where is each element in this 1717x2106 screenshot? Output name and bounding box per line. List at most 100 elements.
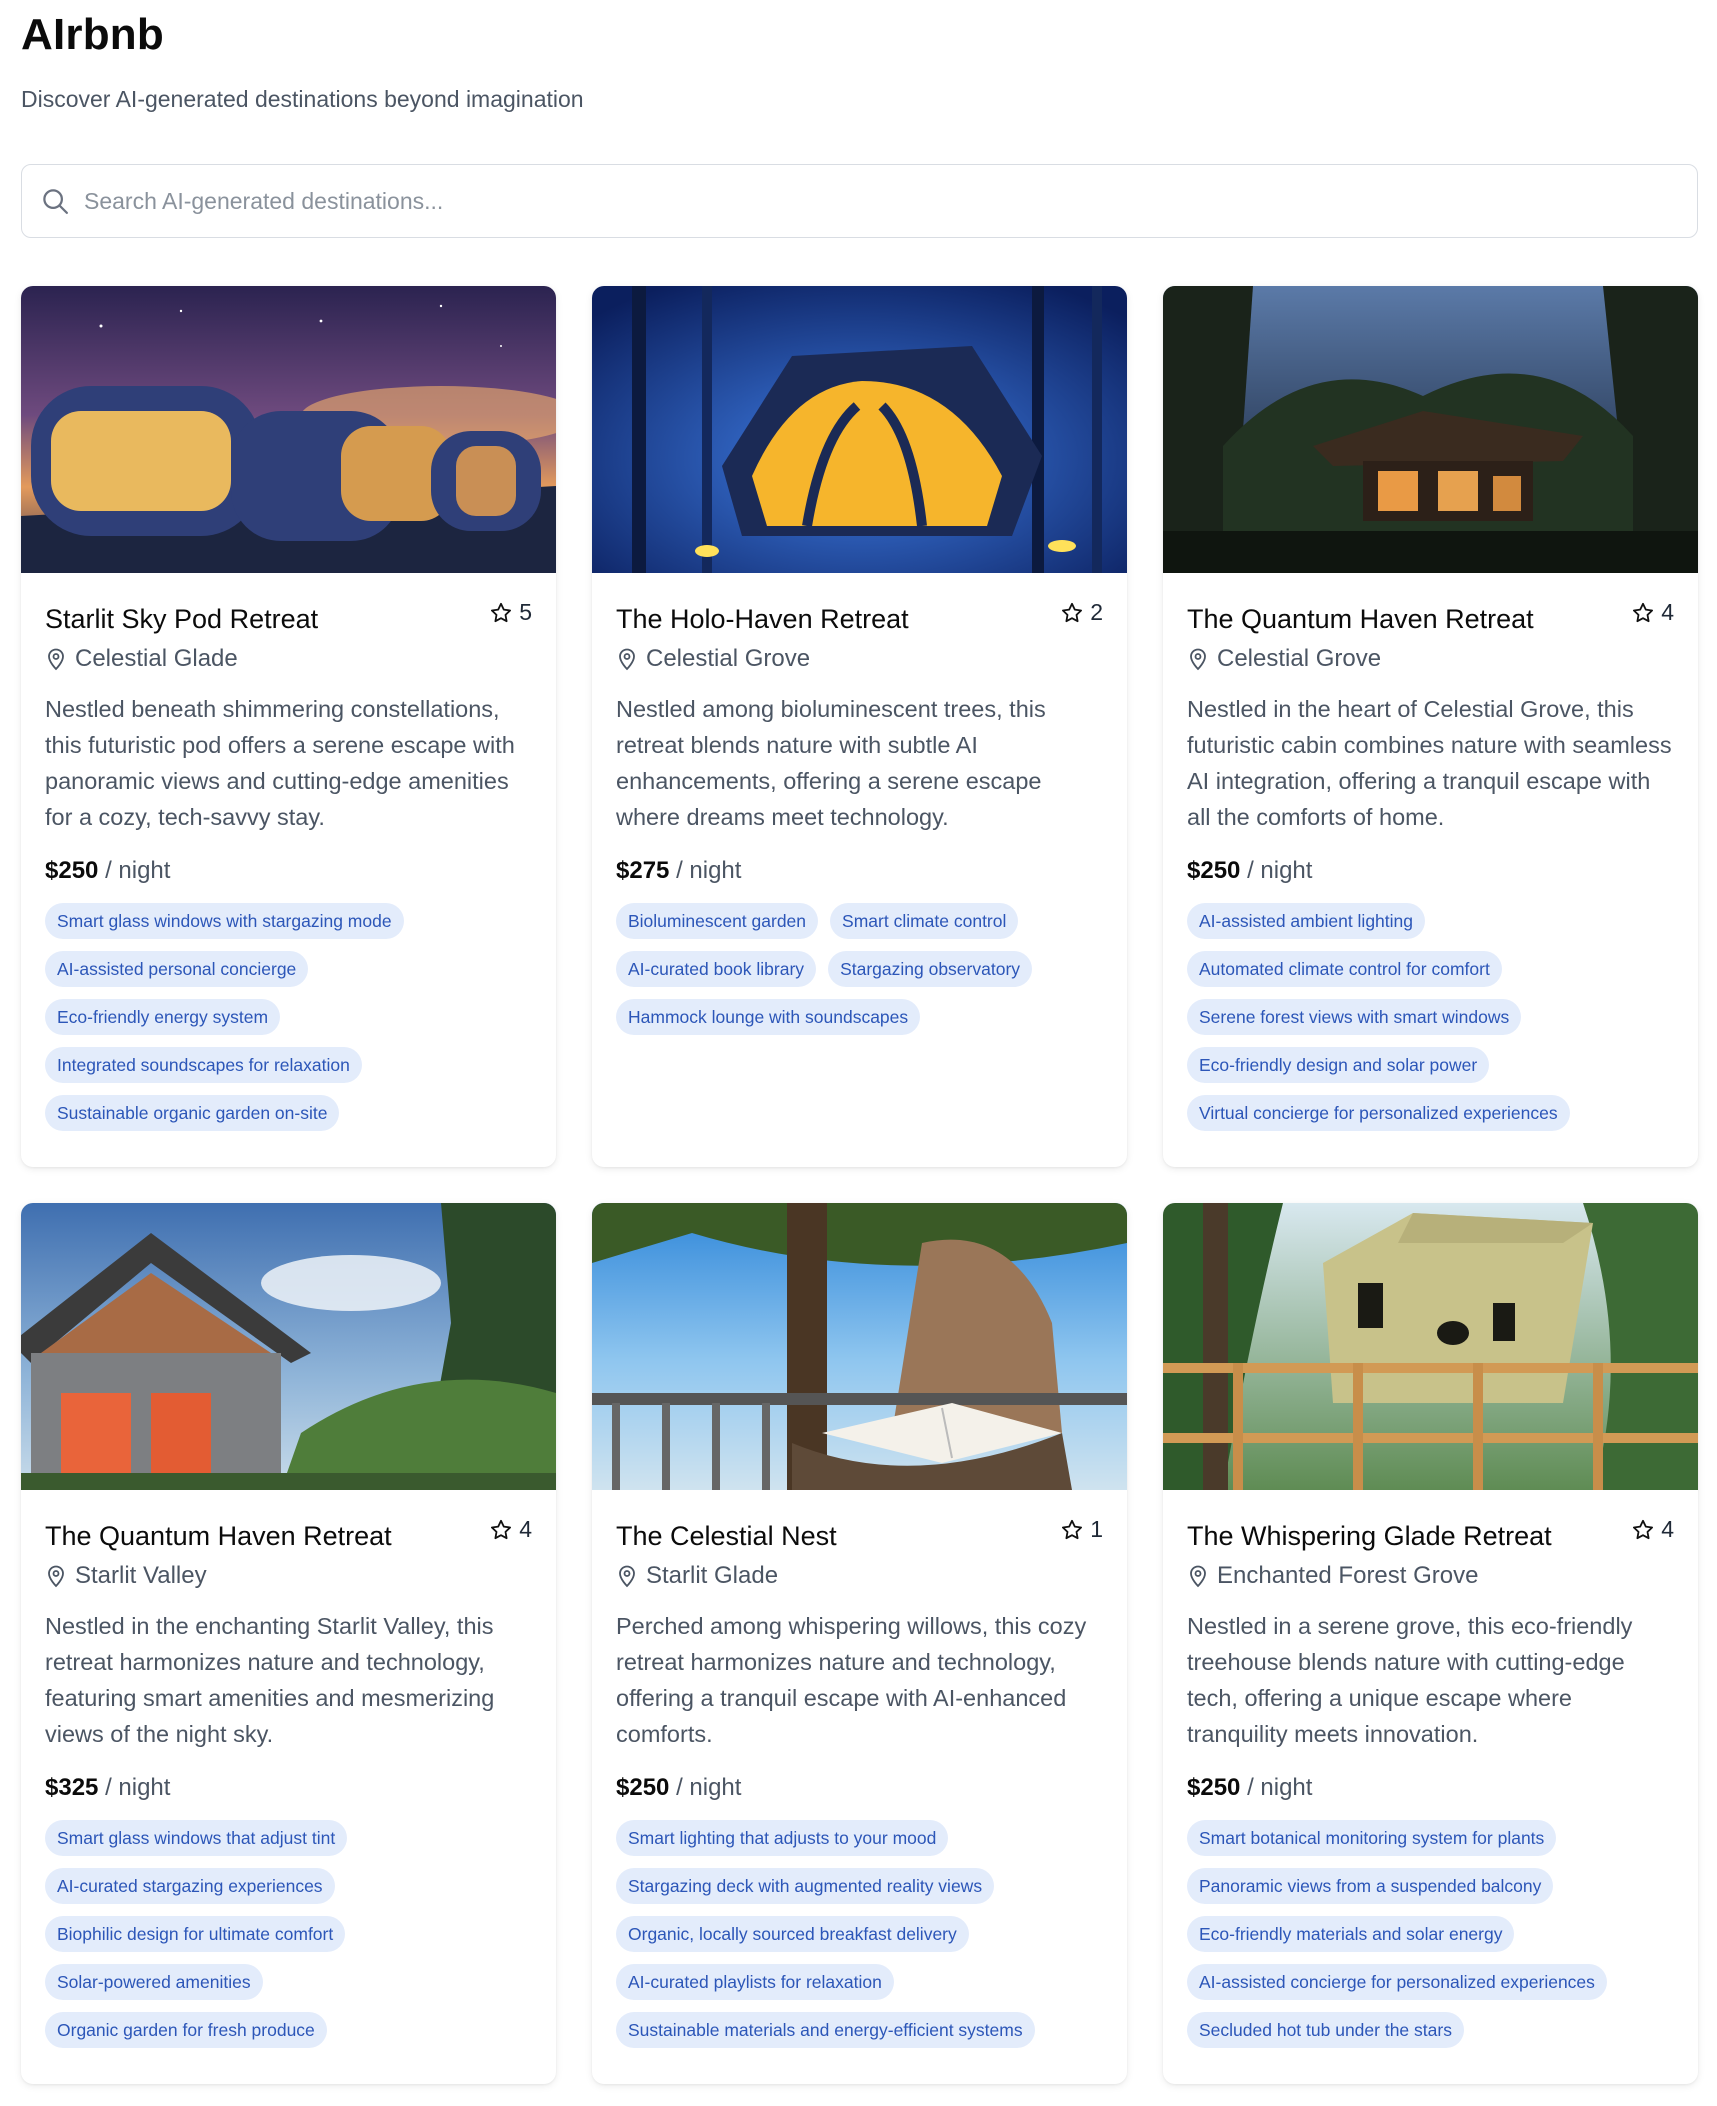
rating: 5 [489,599,532,626]
location: Celestial Grove [1187,645,1674,673]
feature-tag: Hammock lounge with soundscapes [616,999,921,1035]
listing-card[interactable]: Starlit Sky Pod Retreat 5 Celestial Glad… [21,286,556,1167]
feature-tag: Integrated soundscapes for relaxation [45,1047,362,1083]
feature-tag: Biophilic design for ultimate comfort [45,1916,346,1952]
listing-title[interactable]: The Holo-Haven Retreat [616,601,909,637]
feature-tag: Smart glass windows with stargazing mode [45,903,404,939]
feature-tags: Smart glass windows that adjust tint AI-… [45,1820,532,2048]
location: Starlit Valley [45,1562,532,1590]
feature-tag: Smart lighting that adjusts to your mood [616,1820,949,1856]
price-amount: $250 [45,857,99,884]
listing-photo[interactable] [592,1203,1127,1490]
listing-description: Nestled in the enchanting Starlit Valley… [45,1613,495,1747]
feature-tag: AI-assisted concierge for personalized e… [1187,1964,1607,2000]
price-amount: $325 [45,1774,99,1801]
search-bar[interactable] [21,164,1698,238]
map-pin-icon [48,1565,64,1588]
star-icon [1633,1519,1654,1539]
star-icon [1062,1519,1083,1539]
price-unit: / night [105,857,171,884]
location-label: Celestial Glade [75,645,238,672]
location: Starlit Glade [616,1562,1103,1590]
location: Enchanted Forest Grove [1187,1562,1674,1590]
page: AIrbnb Discover AI-generated destination… [0,0,1717,2106]
rating-value: 5 [519,599,532,625]
feature-tag: Eco-friendly design and solar power [1187,1047,1490,1083]
price-unit: / night [105,1774,171,1801]
feature-tag: Sustainable organic garden on-site [45,1095,340,1131]
feature-tag: Virtual concierge for personalized exper… [1187,1095,1570,1131]
map-pin-icon [48,648,64,671]
listing-description: Nestled in a serene grove, this eco-frie… [1187,1613,1633,1747]
search-input[interactable] [84,187,1644,215]
price-amount: $250 [616,1774,670,1801]
rating: 4 [1631,599,1674,626]
feature-tag: Smart glass windows that adjust tint [45,1820,348,1856]
feature-tag: Stargazing deck with augmented reality v… [616,1868,995,1904]
location-label: Starlit Valley [75,1562,207,1589]
location: Celestial Grove [616,645,1103,673]
rating: 2 [1060,599,1103,626]
listing-title[interactable]: The Quantum Haven Retreat [1187,601,1534,637]
location-label: Enchanted Forest Grove [1217,1562,1479,1589]
listing-photo[interactable] [21,1203,556,1490]
feature-tag: Solar-powered amenities [45,1964,263,2000]
listing-card[interactable]: The Holo-Haven Retreat 2 Celestial Grove… [592,286,1127,1167]
rating: 4 [489,1516,532,1543]
star-icon [1633,602,1654,622]
feature-tag: Eco-friendly energy system [45,999,281,1035]
price: $275 / night [616,857,1103,885]
feature-tag: Stargazing observatory [828,951,1033,987]
location-label: Celestial Grove [1217,645,1382,672]
star-icon [491,1519,512,1539]
listing-title[interactable]: The Celestial Nest [616,1518,837,1554]
feature-tags: Bioluminescent garden Smart climate cont… [616,903,1103,1035]
feature-tags: Smart glass windows with stargazing mode… [45,903,532,1131]
feature-tag: AI-assisted personal concierge [45,951,309,987]
rating: 1 [1060,1516,1103,1543]
rating-value: 1 [1090,1516,1103,1542]
listing-title[interactable]: Starlit Sky Pod Retreat [45,601,318,637]
map-pin-icon [1190,1565,1206,1588]
listing-card[interactable]: The Whispering Glade Retreat 4 Enchanted… [1163,1203,1698,2084]
listing-title[interactable]: The Whispering Glade Retreat [1187,1518,1552,1554]
price-amount: $275 [616,857,670,884]
feature-tag: Organic, locally sourced breakfast deliv… [616,1916,969,1952]
listing-card[interactable]: The Celestial Nest 1 Starlit Glade Perch… [592,1203,1127,2084]
listing-card[interactable]: The Quantum Haven Retreat 4 Starlit Vall… [21,1203,556,2084]
price: $250 / night [45,857,532,885]
price-unit: / night [676,857,742,884]
feature-tag: Eco-friendly materials and solar energy [1187,1916,1515,1952]
map-pin-icon [619,648,635,671]
feature-tag: Automated climate control for comfort [1187,951,1502,987]
rating-value: 4 [1661,599,1674,625]
rating-value: 2 [1090,599,1103,625]
listing-title[interactable]: The Quantum Haven Retreat [45,1518,392,1554]
price: $250 / night [616,1774,1103,1802]
listing-description: Nestled beneath shimmering constellation… [45,696,515,830]
price-unit: / night [1247,1774,1313,1801]
listing-card[interactable]: The Quantum Haven Retreat 4 Celestial Gr… [1163,286,1698,1167]
price: $325 / night [45,1774,532,1802]
listing-description: Perched among whispering willows, this c… [616,1613,1087,1747]
listing-description: Nestled among bioluminescent trees, this… [616,696,1046,830]
brand-logo[interactable]: AIrbnb [21,10,164,60]
listing-description: Nestled in the heart of Celestial Grove,… [1187,696,1672,830]
listing-photo[interactable] [1163,1203,1698,1490]
feature-tag: AI-curated playlists for relaxation [616,1964,894,2000]
listing-photo[interactable] [592,286,1127,573]
price-unit: / night [676,1774,742,1801]
price-unit: / night [1247,857,1313,884]
feature-tag: AI-assisted ambient lighting [1187,903,1425,939]
feature-tag: Bioluminescent garden [616,903,819,939]
map-pin-icon [619,1565,635,1588]
search-icon [43,189,68,214]
feature-tags: Smart botanical monitoring system for pl… [1187,1820,1674,2048]
location: Celestial Glade [45,645,532,673]
listing-photo[interactable] [21,286,556,573]
listing-photo[interactable] [1163,286,1698,573]
feature-tag: AI-curated stargazing experiences [45,1868,335,1904]
feature-tag: Secluded hot tub under the stars [1187,2012,1464,2048]
price: $250 / night [1187,1774,1674,1802]
feature-tag: Smart climate control [830,903,1019,939]
